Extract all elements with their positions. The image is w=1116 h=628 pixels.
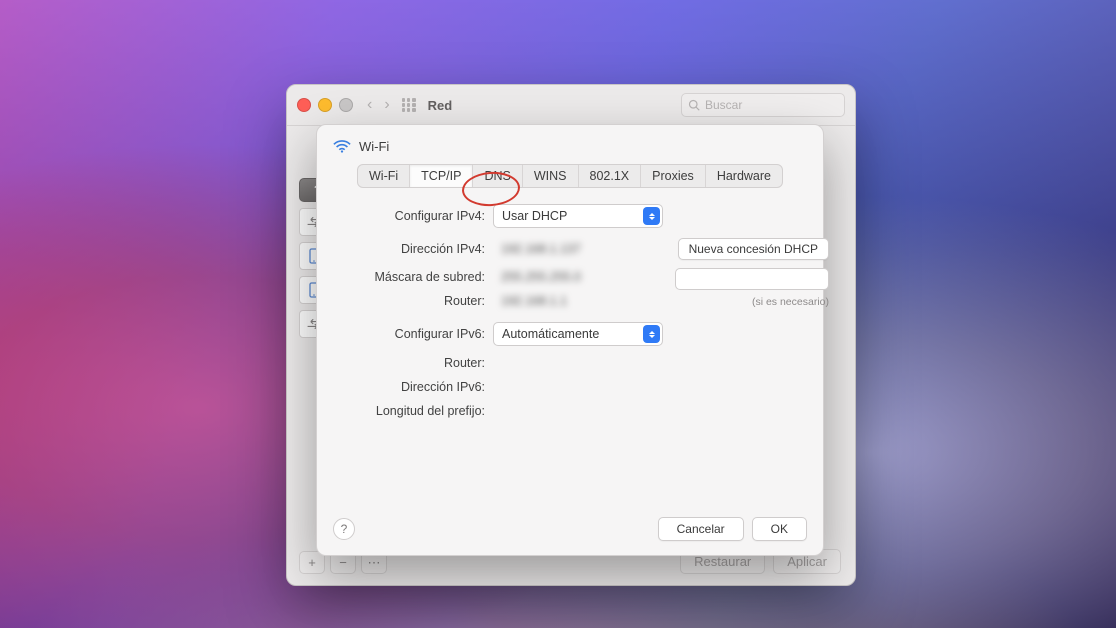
ipv4-address-label: Dirección IPv4: xyxy=(333,242,485,256)
subnet-mask-value: 255.255.255.0 xyxy=(493,270,663,284)
router-ipv6-label: Router: xyxy=(333,356,485,370)
sheet-title: Wi-Fi xyxy=(359,139,389,154)
window-title: Red xyxy=(428,98,453,113)
tab-wifi[interactable]: Wi-Fi xyxy=(358,165,410,187)
search-field[interactable]: Buscar xyxy=(681,93,845,117)
search-placeholder: Buscar xyxy=(705,98,742,112)
ok-button[interactable]: OK xyxy=(752,517,807,541)
configure-ipv4-select[interactable]: Usar DHCP xyxy=(493,204,663,228)
sheet-header: Wi-Fi xyxy=(333,139,807,154)
tab-bar: Wi-Fi TCP/IP DNS WINS 802.1X Proxies Har… xyxy=(357,164,783,188)
configure-ipv4-label: Configurar IPv4: xyxy=(333,209,485,223)
dhcp-client-id-input[interactable] xyxy=(675,268,829,290)
tab-hardware[interactable]: Hardware xyxy=(706,165,782,187)
tab-tcpip[interactable]: TCP/IP xyxy=(410,165,473,187)
ipv6-section: Configurar IPv6: Automáticamente Router:… xyxy=(333,322,807,418)
router-ipv4-value: 192.168.1.1 xyxy=(493,294,663,308)
nav-arrows: ‹ › xyxy=(367,96,390,114)
chevron-updown-icon xyxy=(643,207,660,225)
prefix-length-label: Longitud del prefijo: xyxy=(333,404,485,418)
back-button[interactable]: ‹ xyxy=(367,96,372,114)
tab-dns[interactable]: DNS xyxy=(473,165,522,187)
ipv4-address-value: 192.168.1.137 xyxy=(493,242,663,256)
chevron-updown-icon xyxy=(643,325,660,343)
configure-ipv6-value: Automáticamente xyxy=(502,327,599,341)
renew-dhcp-button[interactable]: Nueva concesión DHCP xyxy=(678,238,829,260)
router-ipv4-label: Router: xyxy=(333,294,485,308)
window-controls xyxy=(297,98,353,112)
wifi-icon xyxy=(333,140,351,154)
configure-ipv6-label: Configurar IPv6: xyxy=(333,327,485,341)
configure-ipv4-value: Usar DHCP xyxy=(502,209,567,223)
ipv6-address-label: Dirección IPv6: xyxy=(333,380,485,394)
subnet-mask-label: Máscara de subred: xyxy=(333,270,485,284)
close-window-button[interactable] xyxy=(297,98,311,112)
dhcp-client-id-hint: (si es necesario) xyxy=(752,296,829,308)
forward-button[interactable]: › xyxy=(384,96,389,114)
minimize-window-button[interactable] xyxy=(318,98,332,112)
titlebar: ‹ › Red Buscar xyxy=(287,85,855,126)
configure-ipv6-select[interactable]: Automáticamente xyxy=(493,322,663,346)
zoom-window-button[interactable] xyxy=(339,98,353,112)
ipv4-section: Configurar IPv4: Usar DHCP Dirección IPv… xyxy=(333,204,807,308)
search-icon xyxy=(688,99,700,111)
tab-8021x[interactable]: 802.1X xyxy=(579,165,642,187)
show-all-icon[interactable] xyxy=(402,98,416,112)
tab-proxies[interactable]: Proxies xyxy=(641,165,706,187)
help-button[interactable]: ? xyxy=(333,518,355,540)
advanced-sheet: Wi-Fi Wi-Fi TCP/IP DNS WINS 802.1X Proxi… xyxy=(316,124,824,556)
tab-wins[interactable]: WINS xyxy=(523,165,579,187)
sheet-footer: ? Cancelar OK xyxy=(333,517,807,541)
cancel-button[interactable]: Cancelar xyxy=(658,517,744,541)
